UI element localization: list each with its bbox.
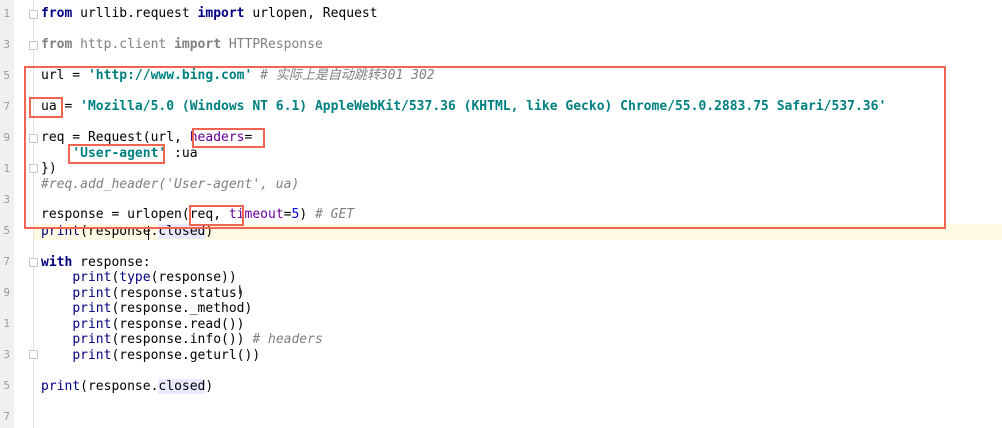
code-text: = xyxy=(244,130,253,145)
code-text: = xyxy=(56,99,81,114)
code-line: print(response.closed) xyxy=(41,379,213,394)
code-text: (response.info()) xyxy=(111,332,245,347)
comment: # 实际上是自动跳转301 302 xyxy=(252,68,435,83)
comment: # GET xyxy=(307,207,355,222)
line-number: 1 xyxy=(3,162,10,175)
code-text: (response.geturl()) xyxy=(111,348,261,363)
fold-marker-icon[interactable] xyxy=(29,164,38,173)
builtin: print xyxy=(72,332,112,347)
code-line: 'User-agent' :ua xyxy=(41,146,198,161)
builtin: print xyxy=(72,270,112,285)
builtin: print xyxy=(41,224,81,239)
code-line: ua = 'Mozilla/5.0 (Windows NT 6.1) Apple… xyxy=(41,99,886,114)
gutter-separator xyxy=(33,0,34,428)
code-text: ua xyxy=(41,99,57,114)
line-number: 5 xyxy=(3,224,10,237)
code-text: urllib.request xyxy=(72,6,198,21)
code-line: print(response.closed) xyxy=(41,224,213,239)
code-text: }) xyxy=(41,161,57,176)
line-number: 7 xyxy=(3,410,10,423)
line-number: 3 xyxy=(3,193,10,206)
code-text: req = Request(url, xyxy=(41,130,190,145)
code-text: closed xyxy=(158,224,206,239)
code-line: url = 'http://www.bing.com' # 实际上是自动跳转30… xyxy=(41,68,435,83)
line-number: 5 xyxy=(3,69,10,82)
code-text: ) xyxy=(205,379,214,394)
fold-marker-icon[interactable] xyxy=(29,41,38,50)
fold-marker-icon[interactable] xyxy=(29,10,38,19)
comment: #req.add_header('User-agent', ua) xyxy=(41,177,300,192)
code-text: ) xyxy=(205,224,214,239)
line-number-gutter xyxy=(0,0,14,428)
code-text: (response.status) xyxy=(111,286,245,301)
code-line: print(response.read()) xyxy=(41,317,245,332)
line-number: 3 xyxy=(3,38,10,51)
code-line: response = urlopen(req, timeout=5) # GET xyxy=(41,207,354,222)
builtin: type xyxy=(119,270,151,285)
string-literal: 'User-agent' xyxy=(72,146,167,161)
keyword: from xyxy=(41,6,73,21)
fold-marker-icon[interactable] xyxy=(29,258,38,267)
code-line: with response: xyxy=(41,255,151,270)
code-text: http.client xyxy=(72,37,175,52)
mouse-cursor-icon: I xyxy=(238,283,242,297)
line-number: 1 xyxy=(3,7,10,20)
line-number: 9 xyxy=(3,286,10,299)
code-text: url = xyxy=(41,68,88,83)
code-text: (response)) xyxy=(150,270,237,285)
code-line: #req.add_header('User-agent', ua) xyxy=(41,177,299,192)
code-line: from http.client import HTTPResponse xyxy=(41,37,323,52)
code-line: from urllib.request import urlopen, Requ… xyxy=(41,6,378,21)
code-line: }) xyxy=(41,161,57,176)
fold-marker-icon[interactable] xyxy=(29,134,38,143)
code-text: urlopen, Request xyxy=(244,6,378,21)
keyword: import xyxy=(174,37,222,52)
keyword: import xyxy=(197,6,245,21)
line-number: 7 xyxy=(3,100,10,113)
fold-marker-icon[interactable] xyxy=(29,350,38,359)
code-text: ) xyxy=(299,207,308,222)
code-text: (response._method) xyxy=(111,301,253,316)
line-number: 9 xyxy=(3,131,10,144)
builtin: print xyxy=(72,317,112,332)
builtin: print xyxy=(72,348,112,363)
keyword-argument: timeout xyxy=(228,207,284,222)
builtin: print xyxy=(72,301,112,316)
code-text: (response. xyxy=(80,379,159,394)
string-literal: 'http://www.bing.com' xyxy=(87,68,253,83)
code-text: response = urlopen( xyxy=(41,207,190,222)
code-line: print(response._method) xyxy=(41,301,252,316)
code-text: req, xyxy=(189,207,229,222)
keyword: from xyxy=(41,37,73,52)
keyword-argument: headers xyxy=(189,130,245,145)
code-line: print(response.geturl()) xyxy=(41,348,260,363)
code-text: (response. xyxy=(80,224,159,239)
line-number: 1 xyxy=(3,317,10,330)
code-text: (response.read()) xyxy=(111,317,245,332)
keyword: with xyxy=(41,255,73,270)
code-text: HTTPResponse xyxy=(221,37,323,52)
code-text: :ua xyxy=(166,146,198,161)
code-line: print(type(response)) xyxy=(41,270,237,285)
line-number: 5 xyxy=(3,379,10,392)
string-literal: 'Mozilla/5.0 (Windows NT 6.1) AppleWebKi… xyxy=(80,99,887,114)
code-line: req = Request(url, headers= xyxy=(41,130,252,145)
builtin: print xyxy=(72,286,112,301)
code-text: response: xyxy=(72,255,151,270)
code-text: closed xyxy=(158,379,206,394)
comment: # headers xyxy=(244,332,323,347)
line-number: 7 xyxy=(3,255,10,268)
builtin: print xyxy=(41,379,81,394)
line-number: 3 xyxy=(3,348,10,361)
code-line: print(response.info()) # headers xyxy=(41,332,323,347)
code-line: print(response.status) xyxy=(41,286,245,301)
text-caret xyxy=(148,226,149,240)
